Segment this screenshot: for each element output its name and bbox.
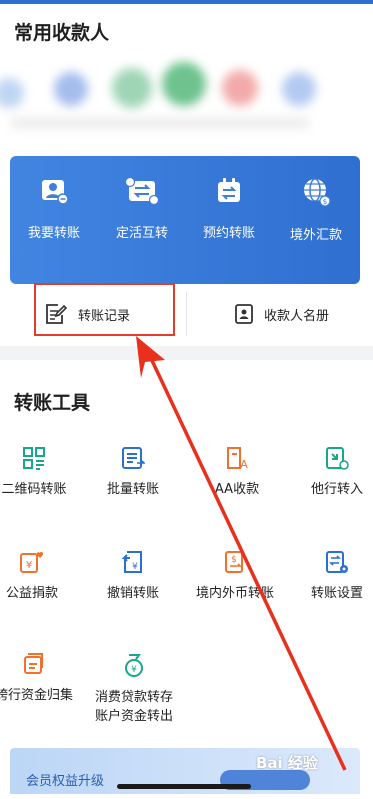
annotation-highlight-box <box>34 283 175 336</box>
donation-icon: ¥ <box>20 552 44 573</box>
home-indicator[interactable] <box>117 784 251 789</box>
tool-qrcode-transfer[interactable]: 二维码转账 <box>0 446 84 499</box>
quick-action-fixed-demand[interactable]: 定活互转 <box>98 176 186 266</box>
tool-label: 批量转账 <box>106 482 159 497</box>
transfer-user-icon <box>42 180 69 205</box>
baidu-jingyan-watermark: Bai 经验 <box>256 754 318 772</box>
quick-action-transfer[interactable]: 我要转账 <box>10 176 98 266</box>
tool-label: 他行转入 <box>310 482 363 497</box>
quick-actions-card: 我要转账 定活互转 预约转账 $ 境外汇款 <box>10 156 360 284</box>
fund-collect-icon <box>24 653 43 674</box>
payee-avatar[interactable] <box>222 70 258 106</box>
tools-title: 转账工具 <box>14 392 91 414</box>
tool-label-line2: 账户资金转出 <box>94 709 173 724</box>
svg-text:A: A <box>240 458 248 470</box>
tool-aa-collect[interactable]: A AA收款 <box>187 446 287 499</box>
quick-action-overseas[interactable]: $ 境外汇款 <box>272 176 360 266</box>
payee-avatar[interactable] <box>282 72 316 106</box>
tool-transfer-settings[interactable]: 转账设置 <box>287 550 373 603</box>
quick-action-label: 我要转账 <box>27 226 80 241</box>
quick-action-scheduled[interactable]: 预约转账 <box>185 176 273 266</box>
tool-donation[interactable]: ¥ 公益捐款 <box>0 550 82 603</box>
globe-dollar-icon: $ <box>304 178 331 207</box>
svg-text:¥: ¥ <box>131 665 137 675</box>
tool-label: 公益捐款 <box>5 586 58 601</box>
tool-inbound-transfer[interactable]: 他行转入 <box>287 446 373 499</box>
tool-label: 二维码转账 <box>1 482 67 497</box>
payee-avatar[interactable] <box>112 68 152 108</box>
qrcode-icon <box>23 447 45 470</box>
quick-action-label: 预约转账 <box>202 226 255 241</box>
sub-row-divider <box>186 292 187 336</box>
payees-title: 常用收款人 <box>14 22 110 44</box>
aa-collect-icon: A <box>227 447 248 470</box>
svg-text:$: $ <box>231 555 237 565</box>
quick-action-label: 境外汇款 <box>289 228 342 243</box>
contact-book-icon <box>235 304 253 324</box>
loan-transfer-icon: ¥ <box>125 654 143 677</box>
tool-label: AA收款 <box>214 482 260 497</box>
tool-fund-collect[interactable]: 跨行资金归集 <box>0 652 84 705</box>
tool-label: 转账设置 <box>310 586 363 601</box>
svg-text:¥: ¥ <box>132 562 138 572</box>
tool-foreign-currency[interactable]: $ 境内外币转账 <box>185 550 285 603</box>
payee-avatar[interactable] <box>0 78 24 108</box>
payee-names-blurred <box>10 118 310 128</box>
payee-book-label: 收款人名册 <box>264 308 330 324</box>
exchange-card-icon <box>125 176 159 206</box>
transfer-settings-icon <box>326 551 348 573</box>
section-gap <box>0 346 373 360</box>
banner-text: 会员权益升级 <box>26 774 105 789</box>
tool-loan-transfer[interactable]: ¥ 消费贷款转存 账户资金转出 <box>84 652 184 726</box>
batch-list-icon <box>122 447 145 469</box>
foreign-currency-icon: $ <box>225 551 243 573</box>
revoke-transfer-icon: ¥ <box>121 551 142 573</box>
inbound-transfer-icon <box>326 447 349 470</box>
tool-label: 消费贷款转存 <box>94 690 173 705</box>
tool-label: 跨行资金归集 <box>0 688 73 703</box>
payee-book-button[interactable]: 收款人名册 <box>234 284 329 344</box>
svg-text:$: $ <box>323 198 327 206</box>
quick-action-label: 定活互转 <box>115 226 168 241</box>
tool-batch-transfer[interactable]: 批量转账 <box>83 446 183 499</box>
tool-label: 撤销转账 <box>106 586 159 601</box>
svg-text:¥: ¥ <box>26 560 32 571</box>
tool-revoke-transfer[interactable]: ¥ 撤销转账 <box>83 550 183 603</box>
payee-avatar[interactable] <box>162 62 206 106</box>
calendar-transfer-icon <box>218 178 240 202</box>
frequent-payees-list[interactable] <box>0 58 373 144</box>
tool-label: 境内外币转账 <box>195 586 274 601</box>
payee-avatar[interactable] <box>54 72 88 106</box>
